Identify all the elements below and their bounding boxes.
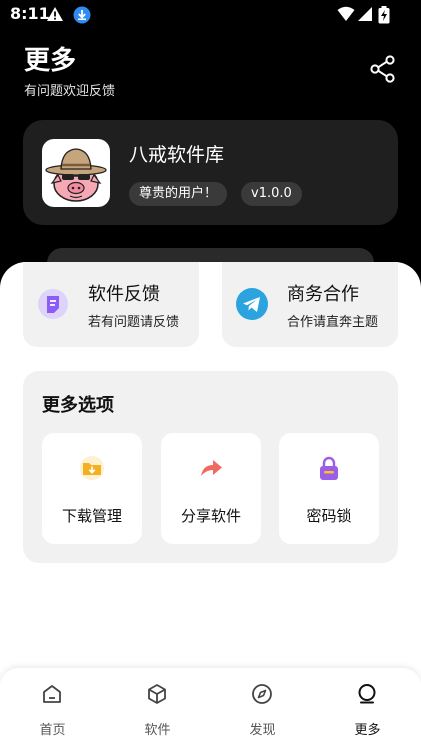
feedback-title: 软件反馈	[88, 284, 160, 305]
share-app-button[interactable]: 分享软件	[161, 433, 261, 544]
compass-icon	[252, 684, 272, 704]
pig-logo-icon	[45, 148, 107, 202]
avatar	[42, 139, 110, 207]
status-time: 8:11	[10, 4, 50, 23]
password-lock-button[interactable]: 密码锁	[279, 433, 379, 544]
nav-more[interactable]: 更多	[315, 668, 420, 748]
version-badge: v1.0.0	[241, 182, 302, 206]
feedback-icon	[38, 289, 68, 319]
user-badge: 尊贵的用户！	[129, 182, 228, 206]
nav-software-label: 软件	[144, 723, 171, 738]
more-options-panel: 更多选项 下载管理 分享软件 密码锁	[23, 371, 398, 563]
page-subtitle: 有问题欢迎反馈	[24, 84, 116, 99]
nav-home-label: 首页	[39, 723, 66, 738]
page-title: 更多	[24, 46, 77, 76]
profile-card: 八戒软件库 尊贵的用户！ v1.0.0	[23, 120, 398, 225]
more-options-title: 更多选项	[42, 395, 114, 416]
share-icon[interactable]	[368, 54, 398, 84]
download-notification-icon	[73, 6, 91, 24]
nav-discover-label: 发现	[249, 723, 276, 738]
bottom-nav: 首页 软件 发现 更多	[0, 668, 421, 748]
share-app-label: 分享软件	[180, 507, 241, 525]
download-manager-button[interactable]: 下载管理	[42, 433, 142, 544]
home-icon	[43, 685, 61, 703]
signal-icon	[358, 7, 372, 21]
nav-discover[interactable]: 发现	[210, 668, 315, 748]
telegram-icon	[236, 288, 268, 320]
feedback-subtitle: 若有问题请反馈	[88, 315, 180, 330]
password-lock-label: 密码锁	[306, 507, 352, 525]
wifi-icon	[337, 6, 355, 21]
share-arrow-icon	[201, 460, 222, 476]
status-bar: 8:11	[0, 0, 421, 28]
folder-download-icon	[80, 456, 104, 480]
cube-icon	[148, 684, 166, 704]
app-name: 八戒软件库	[129, 144, 225, 166]
more-icon	[358, 684, 376, 704]
business-card[interactable]: 商务合作 合作请直奔主题	[222, 262, 398, 347]
business-title: 商务合作	[287, 284, 359, 305]
nav-home[interactable]: 首页	[0, 668, 105, 748]
nav-more-label: 更多	[354, 723, 381, 738]
lock-icon	[320, 456, 338, 480]
nav-software[interactable]: 软件	[105, 668, 210, 748]
battery-icon	[378, 6, 390, 24]
business-subtitle: 合作请直奔主题	[287, 315, 379, 330]
feedback-card[interactable]: 软件反馈 若有问题请反馈	[23, 262, 199, 347]
download-manager-label: 下载管理	[61, 507, 122, 525]
warning-icon	[47, 7, 63, 21]
